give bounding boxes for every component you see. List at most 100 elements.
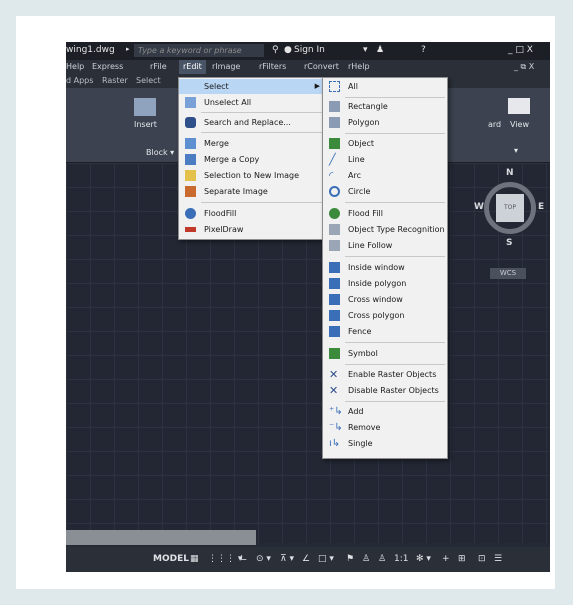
units-icon[interactable]: ⊞ (458, 554, 466, 564)
annotation-icon[interactable]: ⚑ (346, 554, 354, 564)
polar-icon[interactable]: ⊙ ▾ (256, 554, 271, 564)
submenu-item-enable-raster-objects[interactable]: ✕ Enable Raster Objects (323, 367, 447, 382)
enable-icon: ✕ (329, 368, 339, 381)
floodfill-icon (185, 208, 196, 219)
model-space-button[interactable]: MODEL (153, 554, 189, 564)
help-icon[interactable]: ? (421, 45, 426, 55)
menu-item-separate-image[interactable]: Separate Image (179, 184, 324, 199)
submenu-item-symbol[interactable]: Symbol (323, 346, 447, 361)
insert-button[interactable]: Insert (134, 120, 157, 129)
submenu-item-cross-window[interactable]: Cross window (323, 292, 447, 307)
menu-separator (345, 342, 445, 343)
select-icon (185, 81, 196, 92)
menu-item-search-replace[interactable]: Search and Replace... (179, 115, 324, 130)
command-line[interactable] (66, 530, 256, 545)
menu-item-help[interactable]: Help (66, 62, 84, 71)
board-button[interactable]: ard (488, 120, 501, 129)
submenu-item-arc[interactable]: ◜ Arc (323, 168, 447, 183)
object-icon (329, 138, 340, 149)
menu-item-redit[interactable]: rEdit (179, 60, 206, 74)
search-icon[interactable]: ⚲ (272, 45, 279, 55)
snap-icon[interactable]: ⋮⋮⋮ ▾ (208, 554, 242, 564)
share-icon[interactable]: ♟ (376, 45, 384, 55)
grid-icon[interactable]: ▦ (190, 554, 199, 564)
menu-item-floodfill[interactable]: FloodFill (179, 206, 324, 221)
menu-item-rimage[interactable]: rImage (212, 62, 240, 71)
ortho-icon[interactable]: ∟ (240, 554, 248, 564)
submenu-item-single[interactable]: ı↳ Single (323, 436, 447, 451)
menu-separator (345, 133, 445, 134)
submenu-item-all[interactable]: All (323, 79, 447, 94)
window-controls[interactable]: _ □ X (508, 45, 533, 55)
polygon-icon (329, 117, 340, 128)
remove-icon: ⁻↳ (329, 422, 343, 433)
submenu-item-fence[interactable]: Fence (323, 324, 447, 339)
submenu-item-object[interactable]: Object (323, 136, 447, 151)
viewcube-south: S (506, 238, 513, 248)
submenu-item-rectangle[interactable]: Rectangle (323, 99, 447, 114)
menu-item-express[interactable]: Express (92, 62, 123, 71)
tab-apps[interactable]: d Apps (66, 76, 93, 85)
autoscale-icon[interactable]: ♙ (378, 554, 386, 564)
annotation-scale[interactable]: 1:1 (394, 554, 408, 564)
block-panel-label[interactable]: Block ▾ (146, 148, 174, 157)
title-bar: wing1.dwg ▸ Type a keyword or phrase ⚲ ●… (66, 42, 550, 60)
sign-in-button[interactable]: Sign In (294, 45, 325, 55)
selection-cycling-icon[interactable]: □ ▾ (318, 554, 334, 564)
gear-icon[interactable]: ✻ ▾ (416, 554, 431, 564)
submenu-item-line[interactable]: ╱ Line (323, 152, 447, 167)
submenu-arrow-icon: ▶ (314, 82, 320, 90)
symbol-icon (329, 348, 340, 359)
menu-item-select[interactable]: Select ▶ (179, 79, 324, 94)
menu-item-selection-new-image[interactable]: Selection to New Image (179, 168, 324, 183)
isodraft-icon[interactable]: ⊼ ▾ (280, 554, 294, 564)
tab-raster[interactable]: Raster (102, 76, 128, 85)
submenu-item-cross-polygon[interactable]: Cross polygon (323, 308, 447, 323)
tab-select[interactable]: Select (136, 76, 161, 85)
submenu-item-disable-raster-objects[interactable]: ✕ Disable Raster Objects (323, 383, 447, 398)
viewcube-top-face[interactable]: TOP (496, 194, 524, 222)
menu-item-rconvert[interactable]: rConvert (304, 62, 339, 71)
submenu-item-add[interactable]: ⁺↳ Add (323, 404, 447, 419)
arc-icon: ◜ (329, 169, 334, 182)
submenu-item-inside-polygon[interactable]: Inside polygon (323, 276, 447, 291)
submenu-item-polygon[interactable]: Polygon (323, 115, 447, 130)
menu-separator (345, 202, 445, 203)
disable-icon: ✕ (329, 384, 339, 397)
insert-icon[interactable] (134, 98, 156, 116)
wcs-dropdown[interactable]: WCS (490, 268, 526, 279)
flood-fill-icon (329, 208, 340, 219)
submenu-item-flood-fill[interactable]: Flood Fill (323, 206, 447, 221)
fence-icon (329, 326, 340, 337)
annotation-visibility-icon[interactable]: ♙ (362, 554, 370, 564)
menu-item-rhelp[interactable]: rHelp (348, 62, 370, 71)
view-icon[interactable] (508, 98, 530, 114)
menu-separator (201, 112, 322, 113)
dropdown-icon[interactable]: ▾ (363, 45, 368, 55)
menu-item-merge[interactable]: Merge (179, 136, 324, 151)
submenu-item-object-type-recognition[interactable]: Object Type Recognition (323, 222, 447, 237)
inside-window-icon (329, 262, 340, 273)
view-button[interactable]: View (510, 120, 529, 129)
customize-menu-icon[interactable]: ☰ (494, 554, 502, 564)
submenu-item-line-follow[interactable]: Line Follow (323, 238, 447, 253)
recognition-icon (329, 224, 340, 235)
view-dropdown-icon[interactable]: ▾ (514, 146, 518, 155)
submenu-item-remove[interactable]: ⁻↳ Remove (323, 420, 447, 435)
search-input[interactable]: Type a keyword or phrase (134, 44, 264, 57)
menu-item-rfile[interactable]: rFile (150, 62, 167, 71)
circle-icon (329, 186, 340, 197)
plus-icon[interactable]: + (442, 554, 450, 564)
clean-screen-icon[interactable]: ⊡ (478, 554, 486, 564)
menu-item-rfilters[interactable]: rFilters (259, 62, 286, 71)
menu-item-merge-copy[interactable]: Merge a Copy (179, 152, 324, 167)
document-controls[interactable]: _ ⧉ X (514, 62, 534, 72)
menu-item-unselect-all[interactable]: Unselect All (179, 95, 324, 110)
inside-polygon-icon (329, 278, 340, 289)
submenu-item-circle[interactable]: Circle (323, 184, 447, 199)
menu-item-pixeldraw[interactable]: PixelDraw (179, 222, 324, 237)
cross-window-icon (329, 294, 340, 305)
single-icon: ı↳ (329, 438, 341, 449)
submenu-item-inside-window[interactable]: Inside window (323, 260, 447, 275)
osnap-icon[interactable]: ∠ (302, 554, 310, 564)
